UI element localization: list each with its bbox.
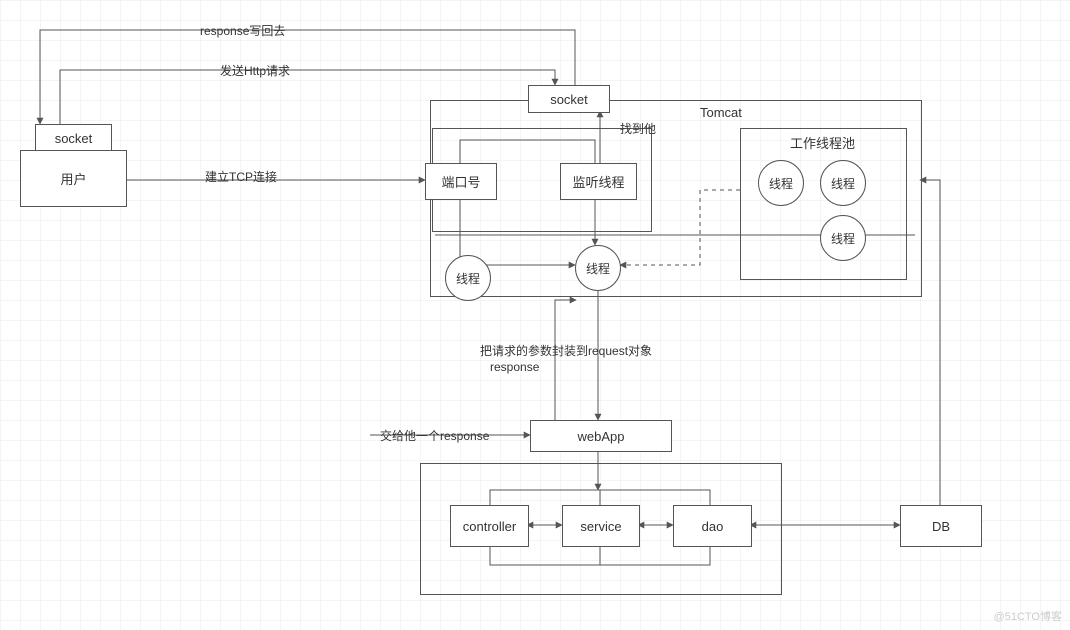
label-send-http: 发送Http请求 — [220, 62, 290, 79]
label-response: response — [490, 360, 539, 374]
user-socket-box: socket — [35, 124, 112, 152]
outside-thread-left: 线程 — [445, 255, 491, 301]
center-thread: 线程 — [575, 245, 621, 291]
label-find: 找到他 — [620, 120, 656, 137]
pool-thread-2: 线程 — [820, 160, 866, 206]
service-box: service — [562, 505, 640, 547]
label-give-response: 交给他一个response — [380, 427, 489, 444]
listener-box: 监听线程 — [560, 163, 637, 200]
label-encapsulate: 把请求的参数封装到request对象 — [480, 342, 652, 359]
label-response-back: response写回去 — [200, 22, 285, 39]
top-socket-box: socket — [528, 85, 610, 113]
pool-thread-3: 线程 — [820, 215, 866, 261]
thread-pool-title: 工作线程池 — [790, 133, 855, 152]
tomcat-title: Tomcat — [700, 105, 742, 120]
user-box: 用户 — [20, 150, 127, 207]
port-box: 端口号 — [425, 163, 497, 200]
db-box: DB — [900, 505, 982, 547]
controller-box: controller — [450, 505, 529, 547]
watermark: @51CTO博客 — [994, 608, 1062, 624]
label-tcp: 建立TCP连接 — [205, 168, 277, 185]
webapp-box: webApp — [530, 420, 672, 452]
dao-box: dao — [673, 505, 752, 547]
pool-thread-1: 线程 — [758, 160, 804, 206]
